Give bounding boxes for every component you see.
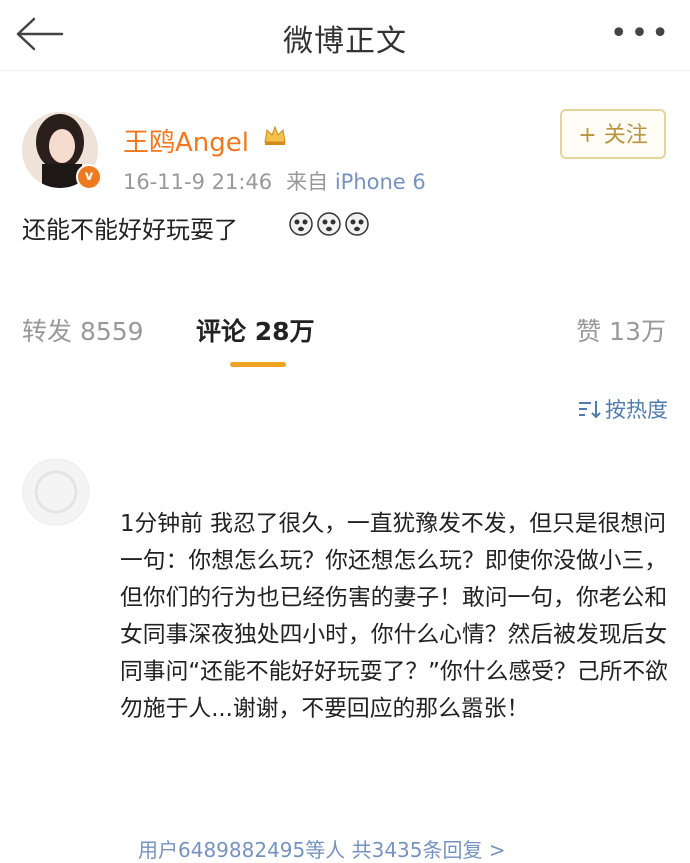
emoji-group — [288, 210, 372, 242]
active-tab-indicator — [230, 362, 286, 367]
page-title: 微博正文 — [283, 24, 407, 59]
sort-icon — [577, 399, 601, 419]
author-avatar[interactable]: v — [22, 112, 102, 192]
post-tabs: 转发 8559 评论 28万 赞 13万 — [0, 282, 690, 372]
sort-by-hot-button[interactable]: 按热度 — [577, 394, 668, 424]
view-replies-link[interactable]: 用户6489882495等人 共3435条回复 > — [138, 834, 506, 863]
post-source-label: 来自 — [286, 170, 329, 194]
post-meta: 16-11-9 21:46 来自 iPhone 6 — [123, 166, 426, 196]
follow-button[interactable]: + 关注 — [560, 109, 666, 159]
crown-icon — [262, 122, 288, 152]
post-timestamp: 16-11-9 21:46 — [123, 170, 273, 194]
tab-comment[interactable]: 评论 28万 — [196, 312, 315, 348]
tab-like[interactable]: 赞 13万 — [576, 312, 666, 348]
post-text: 还能不能好好玩耍了 — [22, 216, 238, 244]
more-icon[interactable]: ••• — [610, 16, 672, 51]
verified-icon: v — [76, 164, 102, 190]
comment-text: 1分钟前 我忍了很久，一直犹豫发不发，但只是很想问一句：你想怎么玩？你还想怎么玩… — [120, 511, 668, 722]
author-name[interactable]: 王鸥Angel — [123, 122, 249, 159]
comment-item: 1分钟前 我忍了很久，一直犹豫发不发，但只是很想问一句：你想怎么玩？你还想怎么玩… — [0, 448, 690, 862]
commenter-avatar[interactable] — [22, 458, 90, 526]
top-navigation-bar: 微博正文 ••• — [0, 0, 690, 71]
emoji-icon — [289, 212, 369, 236]
post-client: iPhone 6 — [334, 170, 426, 194]
post-card: v 王鸥Angel 16-11-9 21:46 来自 iPhone 6 + 关注 … — [0, 70, 690, 282]
tab-repost[interactable]: 转发 8559 — [22, 312, 144, 348]
sort-label: 按热度 — [605, 398, 668, 422]
